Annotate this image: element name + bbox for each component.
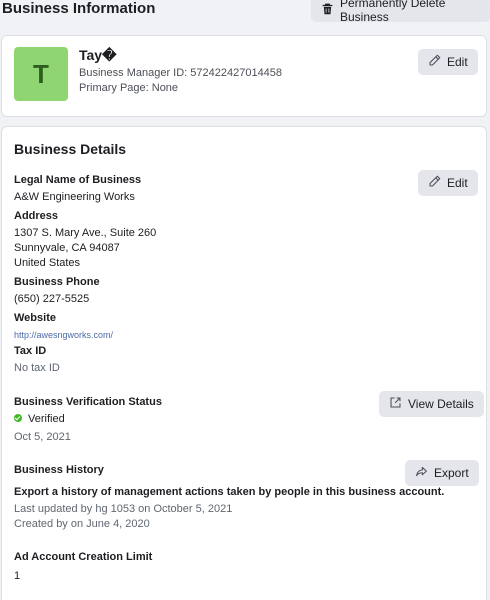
external-link-icon <box>389 396 402 412</box>
verification-date: Oct 5, 2021 <box>14 431 71 443</box>
pencil-icon <box>428 54 441 70</box>
business-phone-value: (650) 227-5525 <box>14 293 90 305</box>
legal-name-label: Legal Name of Business <box>14 174 142 186</box>
profile-edit-button[interactable]: Edit <box>418 49 478 75</box>
view-details-label: View Details <box>408 397 474 411</box>
legal-name-value: A&W Engineering Works <box>14 191 135 203</box>
address-label: Address <box>14 210 59 222</box>
address-line-2: Sunnyvale, CA 94087 <box>14 242 120 254</box>
profile-edit-label: Edit <box>447 55 468 69</box>
business-avatar: T <box>14 47 68 101</box>
address-line-1: 1307 S. Mary Ave., Suite 260 <box>14 227 157 239</box>
tax-id-label: Tax ID <box>14 345 47 357</box>
business-name: Tay� <box>79 47 117 63</box>
created-by-text: Created by on June 4, 2020 <box>14 518 150 530</box>
verification-status-label: Business Verification Status <box>14 396 162 408</box>
ad-account-creation-limit-value: 1 <box>14 570 21 582</box>
tax-id-value: No tax ID <box>14 362 60 374</box>
view-details-button[interactable]: View Details <box>379 391 484 417</box>
page-title: Business Information <box>2 0 156 17</box>
export-button[interactable]: Export <box>405 460 479 486</box>
trash-icon <box>321 2 334 18</box>
address-line-3: United States <box>14 257 81 269</box>
ad-account-creation-limit-label: Ad Account Creation Limit <box>14 551 153 563</box>
permanently-delete-business-button[interactable]: Permanently Delete Business <box>311 0 490 24</box>
last-updated-text: Last updated by hg 1053 on October 5, 20… <box>14 503 233 515</box>
website-label: Website <box>14 312 56 324</box>
permanently-delete-business-label: Permanently Delete Business <box>340 0 446 24</box>
export-label: Export <box>434 466 469 480</box>
website-link[interactable]: http://awesngworks.com/ <box>14 328 113 343</box>
pencil-icon <box>428 175 441 191</box>
business-details-card: Business Details Edit Legal Name of Busi… <box>1 126 487 600</box>
verification-status-text: Verified <box>28 413 65 425</box>
business-profile-card: T Tay� Business Manager ID: 572422427014… <box>1 35 487 117</box>
business-phone-label: Business Phone <box>14 276 100 288</box>
details-edit-button[interactable]: Edit <box>418 170 478 196</box>
details-edit-label: Edit <box>447 176 468 190</box>
share-arrow-icon <box>415 465 428 481</box>
verification-status: Verified <box>14 412 65 427</box>
business-history-description: Export a history of management actions t… <box>14 486 445 498</box>
primary-page: Primary Page: None <box>79 82 179 94</box>
business-manager-id: Business Manager ID: 572422427014458 <box>79 67 283 79</box>
business-history-label: Business History <box>14 464 104 476</box>
verified-check-icon <box>14 414 22 423</box>
business-details-title: Business Details <box>14 141 127 157</box>
